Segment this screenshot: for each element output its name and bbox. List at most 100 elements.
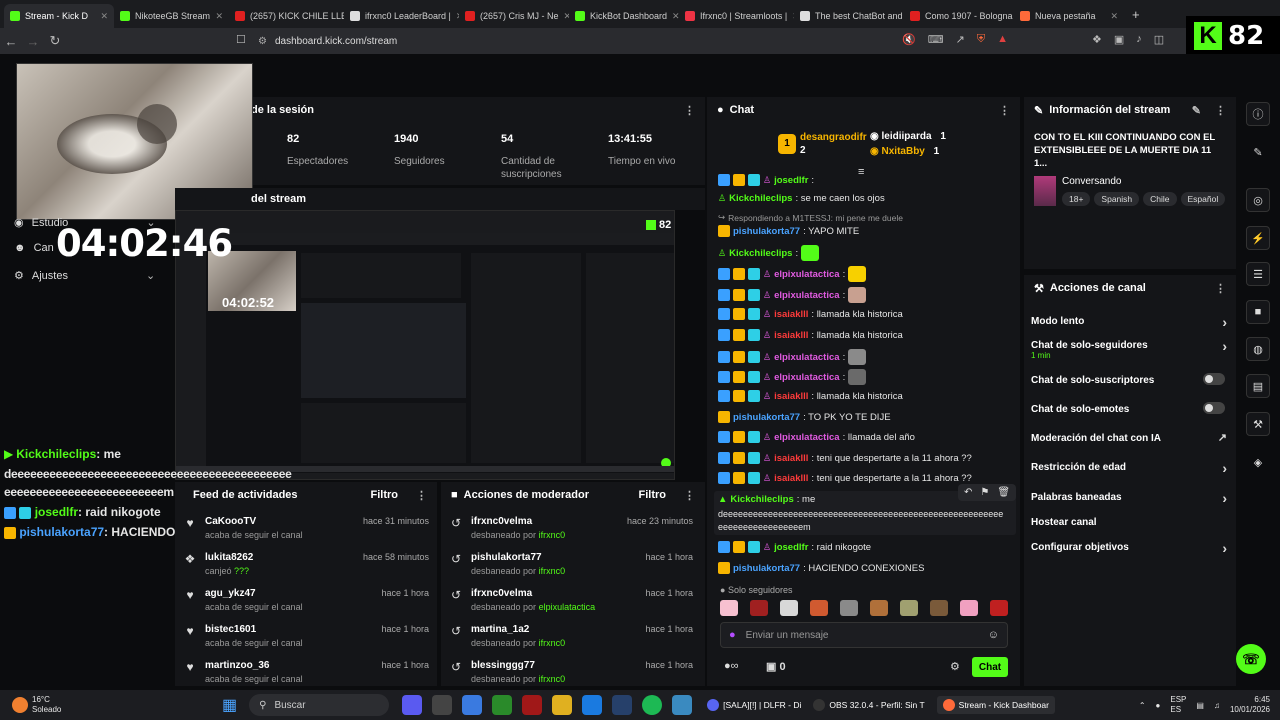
- browser-tab[interactable]: Como 1907 - Bologna✕: [904, 4, 1014, 28]
- channel-action[interactable]: Modo lento ›: [1031, 314, 1227, 330]
- feed-menu-icon[interactable]: ⋮: [416, 489, 427, 502]
- emote-button[interactable]: [900, 600, 918, 616]
- forward-icon[interactable]: →: [22, 34, 44, 49]
- copilot-icon[interactable]: [402, 695, 423, 715]
- channel-action[interactable]: Palabras baneadas ›: [1031, 490, 1227, 506]
- feed-item[interactable]: ♥ CaKoooTV acaba de seguir el canal hace 31…: [183, 516, 429, 540]
- menu-item-channel[interactable]: ☻ Can: [14, 242, 54, 254]
- chat-message[interactable]: ♙ isaiaklll: llamada kla historica: [718, 390, 903, 402]
- chat-message[interactable]: ↪ Respondiendo a M1TESSJ: mi pene me due…: [718, 212, 903, 223]
- emote-button[interactable]: [930, 600, 948, 616]
- mic-icon[interactable]: ●: [1156, 701, 1161, 710]
- broadcast-icon[interactable]: ◍: [1246, 337, 1270, 361]
- chat-settings-icon[interactable]: ⚙: [950, 660, 960, 673]
- emote-button[interactable]: [870, 600, 888, 616]
- taskbar-app[interactable]: OBS 32.0.4 - Perfil: Sin T: [813, 696, 925, 714]
- channel-action[interactable]: Restricción de edad ›: [1031, 460, 1227, 476]
- stream-preview[interactable]: 04:02:52 82: [175, 210, 675, 480]
- chat-input[interactable]: ● Enviar un mensaje ☺: [720, 622, 1008, 648]
- folder-icon[interactable]: [552, 695, 573, 715]
- chat-icon[interactable]: ■: [1246, 300, 1270, 324]
- browser-tab[interactable]: ifrxnc0 LeaderBoard |✕: [344, 4, 459, 28]
- taskbar-app[interactable]: [SALA][!] | DLFR - Di: [707, 696, 801, 714]
- mic-icon[interactable]: ●: [729, 629, 736, 641]
- chevron-up-icon[interactable]: ⌃: [1139, 701, 1146, 710]
- site-info-icon[interactable]: ⚙: [258, 36, 267, 47]
- emoji-icon[interactable]: ☺: [988, 629, 999, 641]
- url-field[interactable]: ⚙ dashboard.kick.com/stream: [258, 32, 978, 50]
- info-icon[interactable]: ⓘ: [1246, 102, 1270, 126]
- filter-icon[interactable]: ≡: [858, 166, 864, 178]
- help-icon[interactable]: ☏: [1236, 644, 1266, 674]
- browser-tab[interactable]: (2657) Cris MJ - Ne ✕: [459, 4, 569, 28]
- feed-item[interactable]: ❖ lukita8262 canjeó ??? hace 58 minutos: [183, 552, 429, 576]
- chat-message[interactable]: ♙ isaiaklll: llamada kla historica: [718, 329, 903, 341]
- close-icon[interactable]: ✕: [672, 11, 679, 22]
- delete-icon[interactable]: 🗑: [997, 487, 1010, 498]
- network-icon[interactable]: [672, 695, 693, 715]
- chat-message[interactable]: ♙ elpixulatactica:: [718, 266, 867, 282]
- mod-menu-icon[interactable]: ⋮: [684, 489, 695, 502]
- chat-message[interactable]: ♙ elpixulatactica:: [718, 349, 867, 365]
- app-icon[interactable]: [522, 695, 543, 715]
- xbox-icon[interactable]: [492, 695, 513, 715]
- emote-button[interactable]: [810, 600, 828, 616]
- mod-item[interactable]: ↺ pishulakorta77 desbaneado por ifrxnc0 hac…: [449, 552, 693, 576]
- toggle-switch[interactable]: [1203, 402, 1225, 414]
- chat-message[interactable]: ♙ isaiaklll: teni que despertarte a la 1…: [718, 452, 972, 464]
- feed-item[interactable]: ♥ agu_ykz47 acaba de seguir el canal hace 1…: [183, 588, 429, 612]
- taskbar-app[interactable]: Stream - Kick Dashboar: [936, 696, 1055, 714]
- info-menu-icon[interactable]: ⋮: [1215, 104, 1226, 117]
- channel-action[interactable]: Chat de solo-suscriptores: [1031, 373, 1227, 386]
- category-name[interactable]: Conversando: [1062, 176, 1225, 187]
- mute-icon[interactable]: 🔇: [902, 33, 916, 46]
- session-menu-icon[interactable]: ⋮: [684, 104, 695, 117]
- steam-icon[interactable]: [612, 695, 633, 715]
- browser-tab[interactable]: KickBot Dashboard ✕: [569, 4, 679, 28]
- feed-item[interactable]: ♥ martinzoo_36 acaba de seguir el canal hac…: [183, 660, 429, 684]
- stream-tag[interactable]: 18+: [1062, 192, 1091, 206]
- pen-icon[interactable]: ✎: [1246, 140, 1270, 164]
- media-icon[interactable]: ♪: [1136, 33, 1142, 46]
- chat-message[interactable]: pishulakorta77: HACIENDO CONEXIONES: [718, 562, 924, 574]
- top-gifter-3[interactable]: ◉ NxitaBby 1: [870, 146, 939, 157]
- bolt-icon[interactable]: ⚡: [1246, 226, 1270, 250]
- feed-item[interactable]: ♥ bistec1601 acaba de seguir el canal hace …: [183, 624, 429, 648]
- chat-message[interactable]: pishulakorta77: YAPO MITE: [718, 225, 859, 237]
- emote-button[interactable]: [960, 600, 978, 616]
- chat-message[interactable]: ♙ elpixulatactica:: [718, 369, 867, 385]
- channel-action[interactable]: Hostear canal: [1031, 517, 1227, 528]
- browser-tab[interactable]: NikoteeGB Stream ✕: [114, 4, 229, 28]
- browser-tab[interactable]: (2657) KICK CHILE LLEG✕: [229, 4, 344, 28]
- mod-item[interactable]: ↺ martina_1a2 desbaneado por ifrxnc0 hace 1…: [449, 624, 693, 648]
- emote-button[interactable]: [750, 600, 768, 616]
- emote-button[interactable]: [780, 600, 798, 616]
- actions-menu-icon[interactable]: ⋮: [1215, 282, 1226, 295]
- emote-button[interactable]: [840, 600, 858, 616]
- weather-widget[interactable]: 16°C Soleado: [12, 695, 172, 715]
- chat-message[interactable]: ♙ josedlfr: raid nikogote: [718, 541, 871, 553]
- browser-tab[interactable]: The best ChatBot and✕: [794, 4, 904, 28]
- chat-message[interactable]: ♙ elpixulatactica:: [718, 287, 867, 303]
- sidebar-icon[interactable]: ◫: [1154, 33, 1164, 46]
- browser-tab[interactable]: Stream - Kick D ✕: [4, 4, 114, 28]
- feed-filter-button[interactable]: Filtro: [371, 489, 399, 501]
- channel-action[interactable]: Chat de solo-emotes: [1031, 402, 1227, 415]
- chat-message[interactable]: ♙ Kickchileclips:: [718, 245, 820, 261]
- stream-tag[interactable]: Spanish: [1094, 192, 1140, 206]
- mod-item[interactable]: ↺ ifrxnc0velma desbaneado por elpixulatact…: [449, 588, 693, 612]
- target-icon[interactable]: ◎: [1246, 188, 1270, 212]
- volume-icon[interactable]: ♫: [1214, 701, 1220, 710]
- outlook-icon[interactable]: [582, 695, 603, 715]
- emote-button[interactable]: [990, 600, 1008, 616]
- files-icon[interactable]: [432, 695, 453, 715]
- channel-action[interactable]: Configurar objetivos ›: [1031, 540, 1227, 556]
- send-chat-button[interactable]: Chat: [972, 657, 1008, 677]
- menu-item-settings[interactable]: ⚙ Ajustes ⌄: [14, 269, 155, 283]
- browser-tab[interactable]: Nueva pestaña ✕: [1014, 4, 1124, 28]
- card-icon[interactable]: ▤: [1246, 374, 1270, 398]
- new-tab-button[interactable]: +: [1132, 7, 1140, 22]
- screenshot-icon[interactable]: ▣: [1114, 33, 1124, 46]
- close-icon[interactable]: ✕: [100, 11, 108, 22]
- language-indicator[interactable]: ESP ES: [1170, 695, 1186, 715]
